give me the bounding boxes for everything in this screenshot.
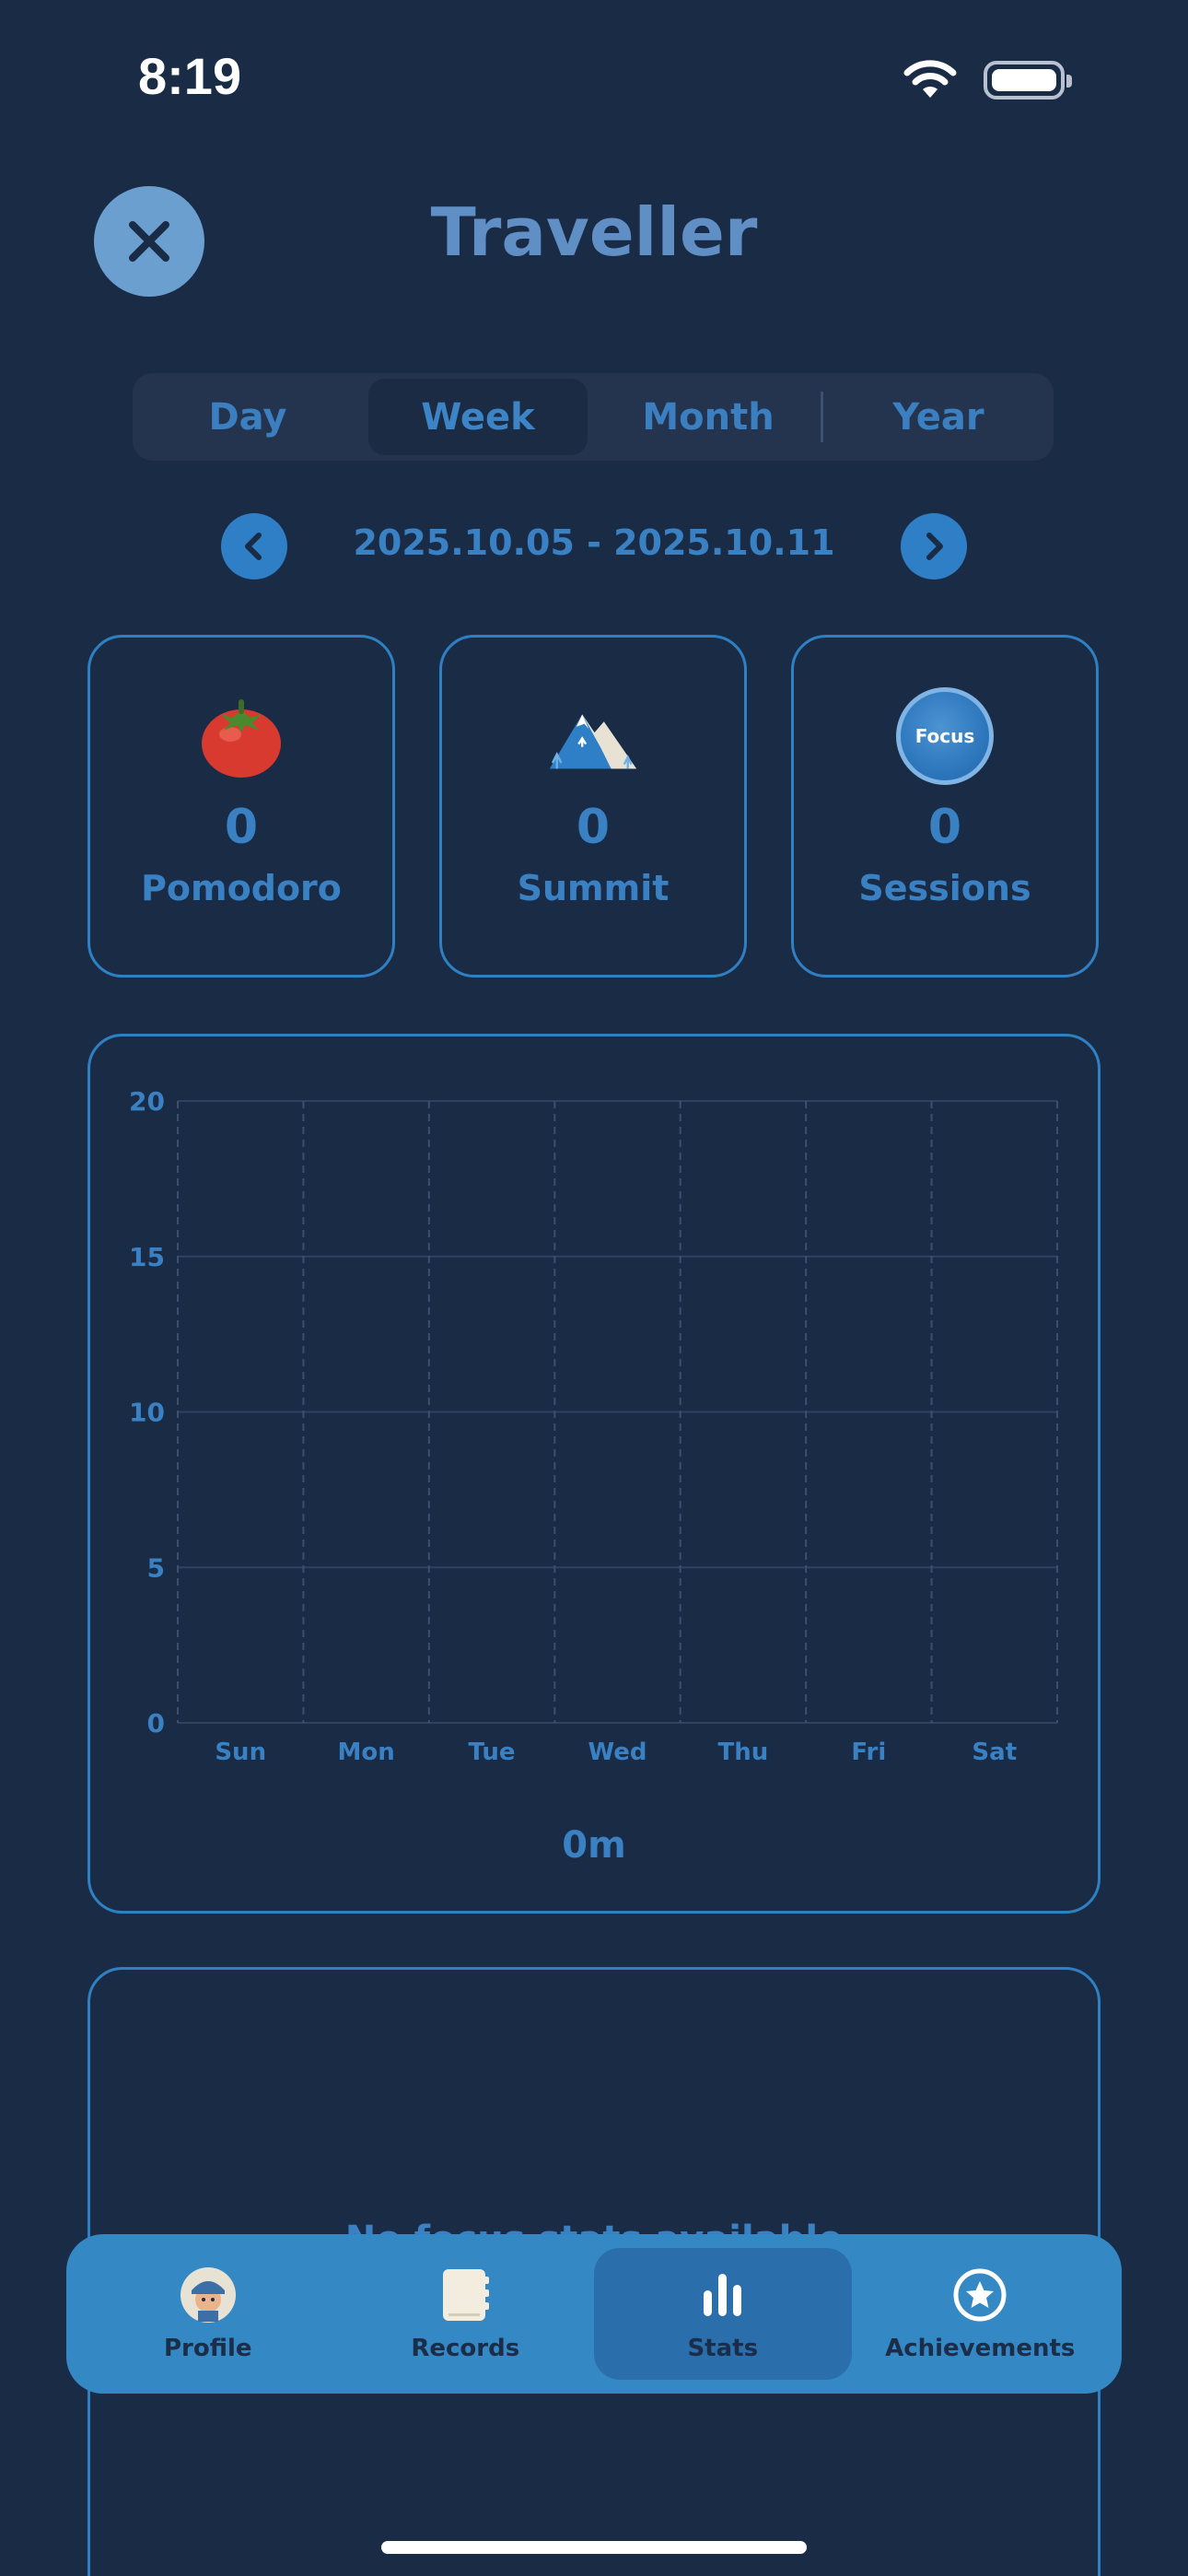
- period-segmented-control: Day Week Month Year: [133, 373, 1054, 461]
- home-indicator: [381, 2541, 807, 2554]
- segment-divider: [821, 392, 823, 442]
- weekly-bar-chart: 0 5 10 15 20 Sun Mon Tue Wed Thu Fri Sat: [129, 1086, 1058, 1766]
- star-badge-icon: [951, 2266, 1008, 2324]
- tab-records-label: Records: [411, 2334, 520, 2362]
- avatar-icon: [180, 2266, 237, 2324]
- mountain-icon: [542, 685, 644, 787]
- summit-stat-card: 0 Summit: [439, 635, 747, 978]
- tab-stats[interactable]: Stats: [594, 2248, 852, 2380]
- x-tick-label: Mon: [338, 1739, 395, 1766]
- next-period-button[interactable]: [901, 513, 967, 580]
- x-tick-label: Sun: [215, 1739, 266, 1766]
- pomodoro-value: 0: [224, 800, 259, 855]
- notebook-icon: [437, 2266, 494, 2324]
- focus-badge-label: Focus: [896, 687, 994, 785]
- y-tick-label: 0: [147, 1708, 165, 1739]
- chevron-right-icon: [926, 533, 943, 560]
- date-range-label: 2025.10.05 - 2025.10.11: [353, 522, 835, 563]
- tab-profile-label: Profile: [163, 2334, 252, 2362]
- page-title: Traveller: [430, 193, 758, 271]
- tab-year[interactable]: Year: [829, 379, 1048, 455]
- pomodoro-label: Pomodoro: [141, 868, 342, 908]
- x-tick-label: Thu: [718, 1739, 769, 1766]
- tab-week[interactable]: Week: [368, 379, 588, 455]
- y-tick-label: 10: [129, 1398, 165, 1428]
- status-time: 8:19: [138, 47, 242, 105]
- battery-icon: [984, 61, 1072, 100]
- stats-screen: 8:19 Traveller Day Week Month Year 2025.…: [0, 0, 1188, 2576]
- summit-label: Summit: [517, 868, 670, 908]
- x-tick-label: Fri: [851, 1739, 886, 1766]
- weekly-chart-card: 0 5 10 15 20 Sun Mon Tue Wed Thu Fri Sat: [87, 1034, 1101, 1914]
- sessions-value: 0: [927, 800, 962, 855]
- tab-records[interactable]: Records: [337, 2248, 595, 2380]
- x-tick-label: Tue: [469, 1739, 516, 1766]
- x-tick-label: Sat: [972, 1739, 1017, 1766]
- tab-month[interactable]: Month: [599, 379, 818, 455]
- tab-achievements[interactable]: Achievements: [852, 2248, 1110, 2380]
- summit-value: 0: [576, 800, 611, 855]
- tab-achievements-label: Achievements: [885, 2334, 1076, 2362]
- y-tick-label: 20: [129, 1086, 165, 1117]
- bar-chart-icon: [694, 2266, 751, 2324]
- wifi-icon: [903, 60, 957, 98]
- tomato-icon: [191, 685, 292, 787]
- tab-stats-label: Stats: [687, 2334, 759, 2362]
- y-tick-label: 15: [129, 1242, 165, 1272]
- x-tick-label: Wed: [588, 1739, 647, 1766]
- focus-badge-icon: Focus: [894, 685, 996, 787]
- bottom-tab-bar: Profile Records Stats Achievements: [66, 2234, 1122, 2394]
- sessions-label: Sessions: [858, 868, 1031, 908]
- y-tick-label: 5: [147, 1552, 165, 1583]
- pomodoro-stat-card: 0 Pomodoro: [87, 635, 395, 978]
- tab-day[interactable]: Day: [138, 379, 357, 455]
- tab-profile[interactable]: Profile: [79, 2248, 337, 2380]
- sessions-stat-card: Focus 0 Sessions: [791, 635, 1099, 978]
- chart-total-label: 0m: [562, 1824, 626, 1867]
